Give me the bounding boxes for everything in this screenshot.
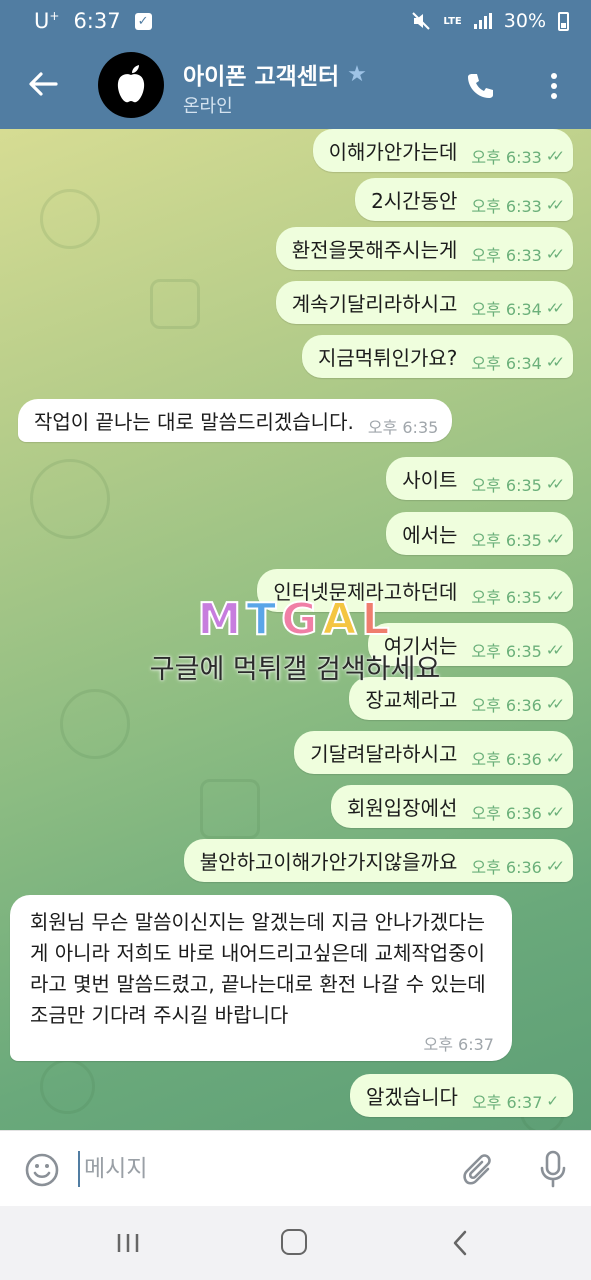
nav-back-icon[interactable]: [450, 1229, 470, 1257]
background-doodle: [60, 689, 130, 759]
chat-area[interactable]: 이해가안가는데 오후 6:33 ✓✓ 2시간동안 오후 6:33 ✓✓ 환전을못해주…: [0, 129, 591, 1130]
message-time: 오후 6:35: [471, 475, 542, 495]
online-status: 온라인: [183, 96, 233, 117]
double-check-icon: ✓✓: [545, 586, 565, 605]
message-time: 오후 6:35: [471, 641, 542, 661]
mute-icon: [412, 12, 431, 30]
background-doodle: [40, 1059, 95, 1114]
message-text: 이해가안가는데: [328, 140, 458, 164]
message-time: 오후 6:36: [471, 857, 542, 877]
double-check-icon: ✓✓: [545, 298, 565, 317]
double-check-icon: ✓✓: [545, 195, 565, 214]
status-time: 6:37: [73, 9, 121, 33]
message-input-bar: 메시지: [0, 1130, 591, 1206]
paperclip-icon[interactable]: [462, 1151, 496, 1191]
message-text: 에서는: [402, 523, 458, 547]
microphone-icon[interactable]: [538, 1149, 568, 1189]
message-outgoing[interactable]: 환전을못해주시는게 오후 6:33 ✓✓: [275, 227, 573, 270]
double-check-icon: ✓✓: [545, 802, 565, 821]
carrier-label: U+: [34, 9, 60, 33]
more-options-icon[interactable]: [548, 71, 560, 101]
apple-logo-icon: [117, 65, 145, 103]
message-outgoing[interactable]: 에서는 오후 6:35 ✓✓: [386, 512, 573, 555]
double-check-icon: ✓✓: [545, 856, 565, 875]
message-incoming[interactable]: 회원님 무슨 말씀이신지는 알겠는데 지금 안나가겠다는게 아니라 저희도 바로…: [10, 895, 512, 1061]
message-time: 오후 6:33: [471, 245, 542, 265]
chat-title-text: 아이폰 고객센터: [183, 64, 340, 90]
status-bar: U+ 6:37 ✓ LTE 30%: [0, 0, 591, 45]
message-time: 오후 6:33: [471, 196, 542, 216]
verified-star-icon: ★: [347, 61, 367, 87]
message-outgoing[interactable]: 계속기달리라하시고 오후 6:34 ✓✓: [275, 281, 573, 324]
message-outgoing[interactable]: 2시간동안 오후 6:33 ✓✓: [355, 178, 573, 221]
check-icon: ✓: [546, 1091, 559, 1110]
double-check-icon: ✓✓: [545, 244, 565, 263]
message-time: 오후 6:35: [367, 417, 439, 437]
message-outgoing[interactable]: 기달려달라하시고 오후 6:36 ✓✓: [294, 731, 573, 774]
message-input[interactable]: 메시지: [78, 1151, 147, 1187]
message-outgoing[interactable]: 사이트 오후 6:35 ✓✓: [386, 457, 573, 500]
message-outgoing[interactable]: 이해가안가는데 오후 6:33 ✓✓: [312, 129, 573, 172]
double-check-icon: ✓✓: [545, 146, 565, 165]
message-time: 오후 6:36: [471, 803, 542, 823]
message-text: 지금먹튀인가요?: [317, 346, 458, 370]
message-text: 회원님 무슨 말씀이신지는 알겠는데 지금 안나가겠다는게 아니라 저희도 바로…: [30, 910, 486, 1027]
message-time: 오후 6:37: [423, 1035, 494, 1054]
double-check-icon: ✓✓: [545, 474, 565, 493]
message-text: 회원입장에선: [346, 796, 458, 820]
message-text: 계속기달리라하시고: [291, 292, 458, 316]
back-arrow-icon[interactable]: [26, 67, 60, 101]
message-outgoing[interactable]: 알겠습니다 오후 6:37 ✓: [349, 1074, 573, 1117]
battery-icon: [558, 11, 569, 31]
avatar[interactable]: [98, 52, 164, 118]
message-time: 오후 6:36: [471, 695, 542, 715]
message-text: 환전을못해주시는게: [291, 238, 458, 262]
message-time: 오후 6:37: [471, 1092, 543, 1112]
background-doodle: [40, 189, 100, 249]
message-time: 오후 6:34: [471, 353, 542, 373]
message-outgoing[interactable]: 지금먹튀인가요? 오후 6:34 ✓✓: [301, 335, 573, 378]
background-doodle: [30, 459, 110, 539]
battery-percent: 30%: [503, 10, 546, 32]
background-doodle: [150, 279, 200, 329]
watermark: MTGAL 구글에 먹튀갤 검색하세요: [130, 593, 460, 686]
double-check-icon: ✓✓: [545, 748, 565, 767]
message-time: 오후 6:35: [471, 587, 542, 607]
chat-title[interactable]: 아이폰 고객센터 ★: [183, 57, 367, 91]
message-text: 알겠습니다: [365, 1085, 458, 1109]
phone-icon[interactable]: [465, 71, 495, 101]
message-time: 오후 6:36: [471, 749, 542, 769]
recent-apps-icon[interactable]: [116, 1232, 140, 1254]
double-check-icon: ✓✓: [545, 640, 565, 659]
network-type: LTE: [443, 15, 462, 27]
message-text: 장교체라고: [365, 688, 458, 712]
message-outgoing[interactable]: 불안하고이해가안가지않을까요 오후 6:36 ✓✓: [183, 839, 573, 882]
watermark-text: 구글에 먹튀갤 검색하세요: [149, 654, 441, 685]
signal-icon: [473, 13, 492, 29]
background-doodle: [200, 779, 260, 839]
notification-check-icon: ✓: [134, 12, 152, 30]
message-time: 오후 6:35: [471, 530, 542, 550]
chat-header: 아이폰 고객센터 ★ 온라인: [0, 45, 591, 129]
message-incoming[interactable]: 작업이 끝나는 대로 말씀드리겠습니다. 오후 6:35: [18, 399, 453, 442]
message-text: 작업이 끝나는 대로 말씀드리겠습니다.: [34, 410, 354, 434]
message-text: 사이트: [402, 468, 458, 492]
message-text: 불안하고이해가안가지않을까요: [199, 850, 458, 874]
double-check-icon: ✓✓: [545, 352, 565, 371]
message-time: 오후 6:33: [471, 147, 542, 167]
message-outgoing[interactable]: 회원입장에선 오후 6:36 ✓✓: [330, 785, 573, 828]
home-icon[interactable]: [281, 1229, 307, 1255]
system-nav-bar: [0, 1206, 591, 1280]
message-text: 2시간동안: [371, 189, 458, 213]
watermark-logo: MTGAL: [196, 593, 393, 646]
double-check-icon: ✓✓: [545, 694, 565, 713]
emoji-icon[interactable]: [24, 1152, 60, 1188]
double-check-icon: ✓✓: [545, 529, 565, 548]
message-time: 오후 6:34: [471, 299, 542, 319]
message-text: 기달려달라하시고: [310, 742, 458, 766]
